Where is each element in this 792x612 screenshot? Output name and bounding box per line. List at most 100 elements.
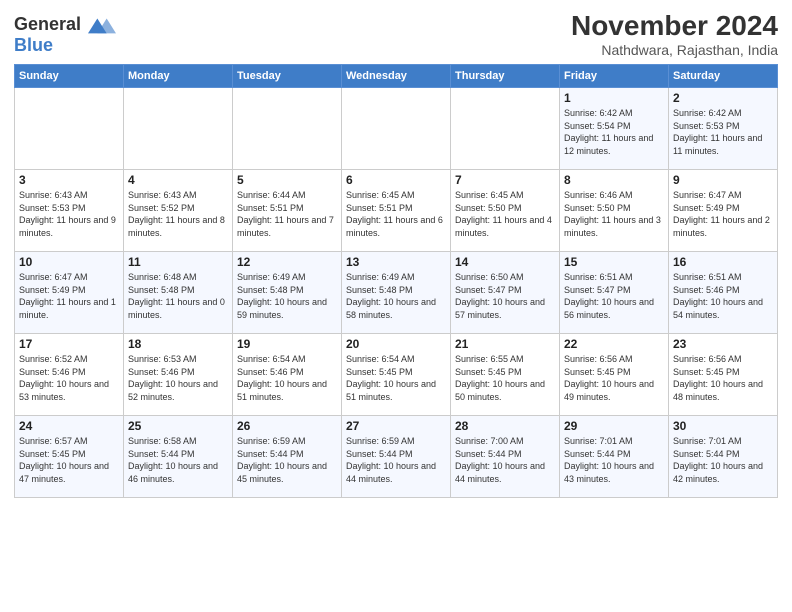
day-info: Sunrise: 6:59 AM Sunset: 5:44 PM Dayligh… <box>346 435 446 485</box>
calendar-cell: 6 Sunrise: 6:45 AM Sunset: 5:51 PM Daylig… <box>342 170 451 252</box>
day-number: 25 <box>128 419 228 433</box>
day-number: 3 <box>19 173 119 187</box>
day-number: 22 <box>564 337 664 351</box>
calendar-cell: 8Sunrise: 6:46 AM Sunset: 5:50 PM Daylig… <box>560 170 669 252</box>
day-number: 7 <box>455 173 555 187</box>
day-number: 4 <box>128 173 228 187</box>
header-friday: Friday <box>560 65 669 88</box>
day-info: Sunrise: 6:53 AM Sunset: 5:46 PM Dayligh… <box>128 353 228 403</box>
calendar-cell: 16 Sunrise: 6:51 AM Sunset: 5:46 PM Dayli… <box>669 252 778 334</box>
calendar-week-4: 17 Sunrise: 6:52 AM Sunset: 5:46 PM Dayli… <box>15 334 778 416</box>
calendar-cell: 29 Sunrise: 7:01 AM Sunset: 5:44 PM Dayli… <box>560 416 669 498</box>
day-info: Sunrise: 6:48 AM Sunset: 5:48 PM Dayligh… <box>128 271 228 321</box>
day-number: 28 <box>455 419 555 433</box>
day-number: 19 <box>237 337 337 351</box>
day-info: Sunrise: 6:51 AM Sunset: 5:46 PM Dayligh… <box>673 271 773 321</box>
day-number: 18 <box>128 337 228 351</box>
day-number: 29 <box>564 419 664 433</box>
day-number: 16 <box>673 255 773 269</box>
calendar-cell: 5Sunrise: 6:44 AM Sunset: 5:51 PM Daylig… <box>233 170 342 252</box>
calendar-cell <box>342 88 451 170</box>
calendar-cell <box>233 88 342 170</box>
calendar-cell: 23Sunrise: 6:56 AM Sunset: 5:45 PM Dayli… <box>669 334 778 416</box>
calendar-week-1: 1 Sunrise: 6:42 AM Sunset: 5:54 PM Daylig… <box>15 88 778 170</box>
day-info: Sunrise: 6:49 AM Sunset: 5:48 PM Dayligh… <box>346 271 446 321</box>
logo-icon <box>88 14 116 36</box>
header-thursday: Thursday <box>451 65 560 88</box>
calendar-week-3: 10Sunrise: 6:47 AM Sunset: 5:49 PM Dayli… <box>15 252 778 334</box>
calendar-cell: 24 Sunrise: 6:57 AM Sunset: 5:45 PM Dayli… <box>15 416 124 498</box>
header-sunday: Sunday <box>15 65 124 88</box>
day-info: Sunrise: 6:55 AM Sunset: 5:45 PM Dayligh… <box>455 353 555 403</box>
calendar-cell: 9Sunrise: 6:47 AM Sunset: 5:49 PM Daylig… <box>669 170 778 252</box>
page-container: General Blue November 2024 Nathdwara, Ra… <box>0 0 792 506</box>
day-number: 17 <box>19 337 119 351</box>
calendar-body: 1 Sunrise: 6:42 AM Sunset: 5:54 PM Daylig… <box>15 88 778 498</box>
day-info: Sunrise: 7:01 AM Sunset: 5:44 PM Dayligh… <box>564 435 664 485</box>
calendar-cell: 2Sunrise: 6:42 AM Sunset: 5:53 PM Daylig… <box>669 88 778 170</box>
day-number: 14 <box>455 255 555 269</box>
day-number: 6 <box>346 173 446 187</box>
calendar-week-2: 3 Sunrise: 6:43 AM Sunset: 5:53 PM Daylig… <box>15 170 778 252</box>
day-number: 10 <box>19 255 119 269</box>
calendar-cell: 18 Sunrise: 6:53 AM Sunset: 5:46 PM Dayli… <box>124 334 233 416</box>
day-number: 27 <box>346 419 446 433</box>
calendar-cell: 12Sunrise: 6:49 AM Sunset: 5:48 PM Dayli… <box>233 252 342 334</box>
calendar-cell: 27 Sunrise: 6:59 AM Sunset: 5:44 PM Dayli… <box>342 416 451 498</box>
day-info: Sunrise: 6:50 AM Sunset: 5:47 PM Dayligh… <box>455 271 555 321</box>
day-info: Sunrise: 6:44 AM Sunset: 5:51 PM Dayligh… <box>237 189 337 239</box>
header-saturday: Saturday <box>669 65 778 88</box>
day-info: Sunrise: 6:45 AM Sunset: 5:51 PM Dayligh… <box>346 189 446 239</box>
day-info: Sunrise: 6:59 AM Sunset: 5:44 PM Dayligh… <box>237 435 337 485</box>
calendar-cell: 1 Sunrise: 6:42 AM Sunset: 5:54 PM Daylig… <box>560 88 669 170</box>
day-info: Sunrise: 6:57 AM Sunset: 5:45 PM Dayligh… <box>19 435 119 485</box>
day-info: Sunrise: 6:56 AM Sunset: 5:45 PM Dayligh… <box>564 353 664 403</box>
calendar-cell: 13Sunrise: 6:49 AM Sunset: 5:48 PM Dayli… <box>342 252 451 334</box>
calendar-cell: 7 Sunrise: 6:45 AM Sunset: 5:50 PM Daylig… <box>451 170 560 252</box>
day-number: 8 <box>564 173 664 187</box>
logo-text: General <box>14 14 116 36</box>
calendar-cell: 10Sunrise: 6:47 AM Sunset: 5:49 PM Dayli… <box>15 252 124 334</box>
day-info: Sunrise: 6:58 AM Sunset: 5:44 PM Dayligh… <box>128 435 228 485</box>
logo: General Blue <box>14 14 116 54</box>
day-number: 30 <box>673 419 773 433</box>
day-number: 26 <box>237 419 337 433</box>
day-number: 1 <box>564 91 664 105</box>
day-info: Sunrise: 6:52 AM Sunset: 5:46 PM Dayligh… <box>19 353 119 403</box>
calendar-cell <box>15 88 124 170</box>
location-subtitle: Nathdwara, Rajasthan, India <box>571 42 778 58</box>
day-number: 20 <box>346 337 446 351</box>
day-info: Sunrise: 6:42 AM Sunset: 5:53 PM Dayligh… <box>673 107 773 157</box>
calendar-table: Sunday Monday Tuesday Wednesday Thursday… <box>14 64 778 498</box>
logo-general: General <box>14 14 81 34</box>
day-number: 15 <box>564 255 664 269</box>
day-number: 23 <box>673 337 773 351</box>
day-info: Sunrise: 6:43 AM Sunset: 5:52 PM Dayligh… <box>128 189 228 239</box>
day-info: Sunrise: 6:43 AM Sunset: 5:53 PM Dayligh… <box>19 189 119 239</box>
day-info: Sunrise: 7:01 AM Sunset: 5:44 PM Dayligh… <box>673 435 773 485</box>
header-wednesday: Wednesday <box>342 65 451 88</box>
calendar-cell: 3 Sunrise: 6:43 AM Sunset: 5:53 PM Daylig… <box>15 170 124 252</box>
header: General Blue November 2024 Nathdwara, Ra… <box>14 10 778 58</box>
calendar-cell: 21Sunrise: 6:55 AM Sunset: 5:45 PM Dayli… <box>451 334 560 416</box>
day-info: Sunrise: 6:54 AM Sunset: 5:45 PM Dayligh… <box>346 353 446 403</box>
day-info: Sunrise: 6:45 AM Sunset: 5:50 PM Dayligh… <box>455 189 555 239</box>
day-info: Sunrise: 7:00 AM Sunset: 5:44 PM Dayligh… <box>455 435 555 485</box>
calendar-cell: 25 Sunrise: 6:58 AM Sunset: 5:44 PM Dayli… <box>124 416 233 498</box>
calendar-cell: 30 Sunrise: 7:01 AM Sunset: 5:44 PM Dayli… <box>669 416 778 498</box>
day-number: 11 <box>128 255 228 269</box>
weekday-header-row: Sunday Monday Tuesday Wednesday Thursday… <box>15 65 778 88</box>
day-info: Sunrise: 6:42 AM Sunset: 5:54 PM Dayligh… <box>564 107 664 157</box>
day-number: 24 <box>19 419 119 433</box>
day-number: 9 <box>673 173 773 187</box>
calendar-cell: 19Sunrise: 6:54 AM Sunset: 5:46 PM Dayli… <box>233 334 342 416</box>
day-info: Sunrise: 6:49 AM Sunset: 5:48 PM Dayligh… <box>237 271 337 321</box>
day-info: Sunrise: 6:51 AM Sunset: 5:47 PM Dayligh… <box>564 271 664 321</box>
calendar-cell: 15 Sunrise: 6:51 AM Sunset: 5:47 PM Dayli… <box>560 252 669 334</box>
calendar-cell: 26 Sunrise: 6:59 AM Sunset: 5:44 PM Dayli… <box>233 416 342 498</box>
calendar-cell: 20 Sunrise: 6:54 AM Sunset: 5:45 PM Dayli… <box>342 334 451 416</box>
calendar-cell: 14 Sunrise: 6:50 AM Sunset: 5:47 PM Dayli… <box>451 252 560 334</box>
calendar-cell: 11 Sunrise: 6:48 AM Sunset: 5:48 PM Dayli… <box>124 252 233 334</box>
calendar-cell: 28 Sunrise: 7:00 AM Sunset: 5:44 PM Dayli… <box>451 416 560 498</box>
title-block: November 2024 Nathdwara, Rajasthan, Indi… <box>571 10 778 58</box>
